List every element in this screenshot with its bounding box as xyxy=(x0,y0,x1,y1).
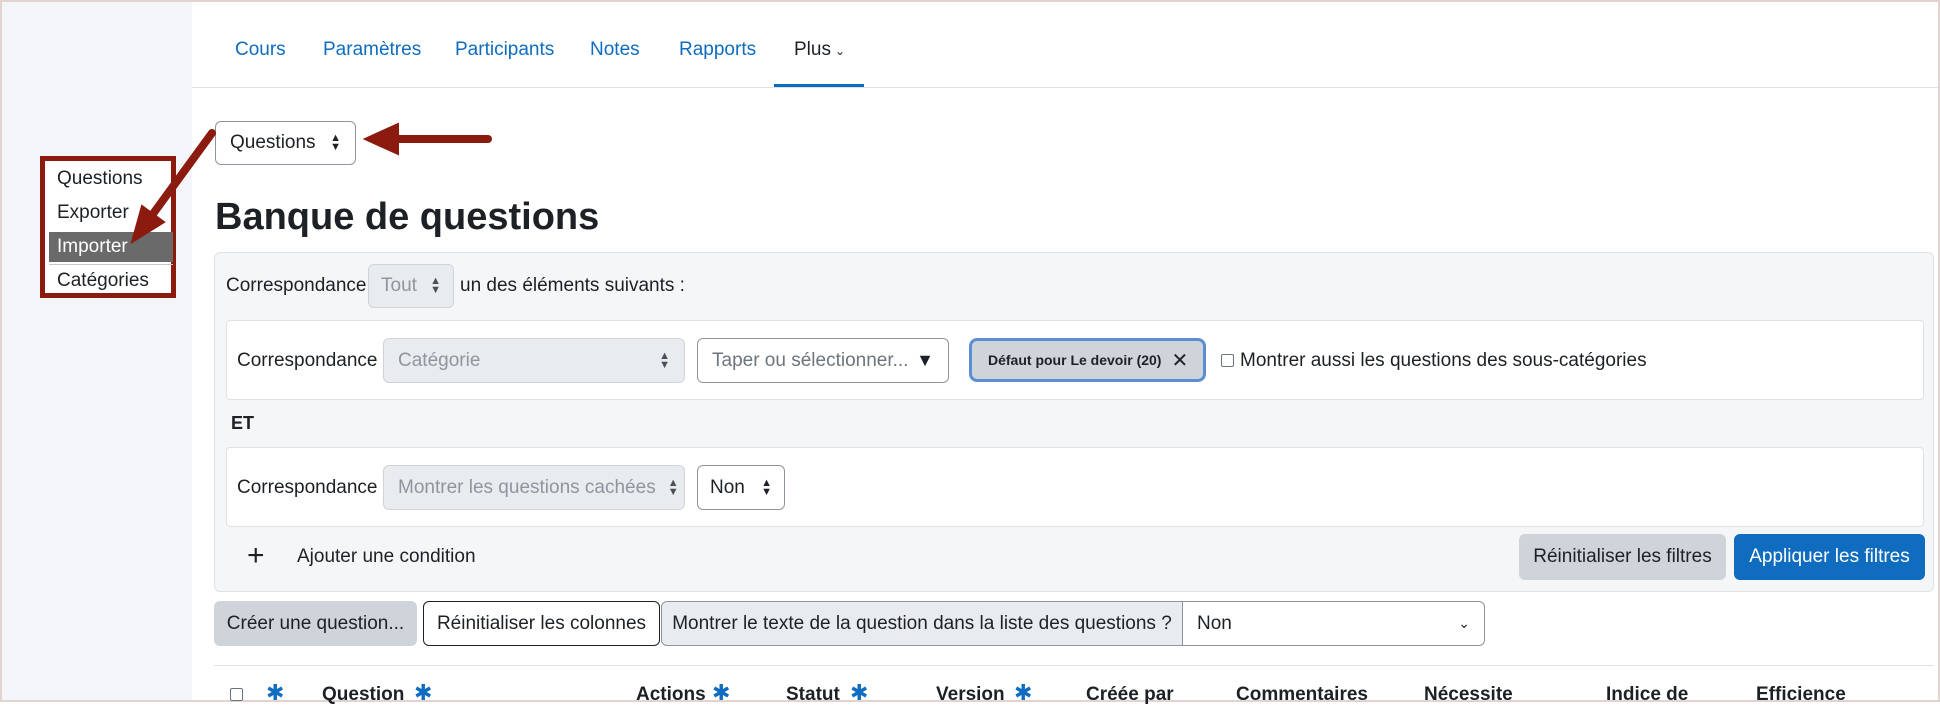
match-all-select-value: Tout xyxy=(381,275,417,296)
hidden-value-select-value: Non xyxy=(710,476,745,498)
match-label: Correspondance xyxy=(226,275,367,296)
category-type-select-value: Catégorie xyxy=(398,349,481,371)
menu-item-questions[interactable]: Questions xyxy=(49,164,173,194)
gear-icon[interactable]: ✱ xyxy=(266,680,284,706)
selected-category-pill[interactable]: Défaut pour Le devoir (20) ✕ xyxy=(969,338,1206,382)
selected-category-pill-label: Défaut pour Le devoir (20) xyxy=(988,352,1162,368)
filters-panel: Correspondance Tout ▲ ▼ un des éléments s… xyxy=(214,252,1934,592)
subcategories-checkbox-label: Montrer aussi les questions des sous-cat… xyxy=(1240,350,1647,371)
hidden-type-select[interactable]: Montrer les questions cachées ▲ ▼ xyxy=(383,465,685,510)
tab-participants[interactable]: Participants xyxy=(455,39,554,61)
tab-cours[interactable]: Cours xyxy=(235,39,286,61)
gear-icon[interactable]: ✱ xyxy=(1014,680,1032,706)
bank-section-select-value: Questions xyxy=(230,132,316,153)
add-condition-button[interactable]: Ajouter une condition xyxy=(297,546,476,568)
tab-plus-label: Plus xyxy=(794,39,831,60)
show-question-text-select[interactable]: Non ⌄ xyxy=(1182,601,1485,646)
match-suffix: un des éléments suivants : xyxy=(460,275,685,296)
column-header-version[interactable]: Version xyxy=(936,684,1005,706)
filter-row-category: Correspondance Catégorie ▲ ▼ Taper ou sél… xyxy=(226,320,1924,400)
filter-row-hidden-label: Correspondance xyxy=(237,477,378,498)
subcategories-checkbox[interactable] xyxy=(1221,354,1234,367)
bank-section-dropdown: Questions Exporter Importer Catégories xyxy=(40,156,176,298)
tab-rapports[interactable]: Rapports xyxy=(679,39,756,61)
table-header-divider xyxy=(214,665,1934,666)
active-tab-indicator xyxy=(774,84,864,87)
tab-parametres[interactable]: Paramètres xyxy=(323,39,421,61)
menu-divider xyxy=(49,264,173,265)
category-type-select[interactable]: Catégorie ▲ ▼ xyxy=(383,338,685,383)
left-drawer xyxy=(2,2,192,700)
chevron-down-icon: ⌄ xyxy=(834,44,846,58)
create-question-button[interactable]: Créer une question... xyxy=(214,601,417,646)
up-down-arrows-icon: ▲ ▼ xyxy=(659,349,670,371)
hidden-type-select-value: Montrer les questions cachées xyxy=(398,476,656,498)
select-all-checkbox[interactable] xyxy=(230,688,243,701)
match-all-select[interactable]: Tout ▲ ▼ xyxy=(368,264,454,308)
menu-item-categories[interactable]: Catégories xyxy=(49,266,173,296)
column-header-question[interactable]: Question xyxy=(322,684,404,706)
apply-filters-button[interactable]: Appliquer les filtres xyxy=(1734,534,1925,580)
column-header-commentaires[interactable]: Commentaires xyxy=(1236,684,1368,706)
show-question-text-value: Non xyxy=(1197,612,1232,634)
reset-columns-button[interactable]: Réinitialiser les colonnes xyxy=(423,601,660,646)
category-search-placeholder: Taper ou sélectionner... xyxy=(712,349,909,371)
show-question-text-label: Montrer le texte de la question dans la … xyxy=(661,601,1183,646)
menu-item-exporter[interactable]: Exporter xyxy=(49,198,173,228)
menu-item-importer[interactable]: Importer xyxy=(49,232,173,262)
filter-row-hidden: Correspondance Montrer les questions cac… xyxy=(226,447,1924,527)
column-header-efficience[interactable]: Efficience xyxy=(1756,684,1846,706)
up-down-arrows-icon: ▲ ▼ xyxy=(667,476,679,498)
page-title: Banque de questions xyxy=(215,196,600,238)
column-header-necessite[interactable]: Nécessite xyxy=(1424,684,1513,706)
gear-icon[interactable]: ✱ xyxy=(712,680,730,706)
up-down-arrows-icon: ▲ ▼ xyxy=(330,132,341,153)
gear-icon[interactable]: ✱ xyxy=(850,680,868,706)
and-label: ET xyxy=(231,413,255,433)
bank-section-select[interactable]: Questions ▲ ▼ xyxy=(215,121,356,165)
caret-down-icon: ▼ xyxy=(916,350,934,370)
tab-plus[interactable]: Plus ⌄ xyxy=(794,39,845,61)
tab-notes[interactable]: Notes xyxy=(590,39,640,61)
column-header-creee-par[interactable]: Créée par xyxy=(1086,684,1174,706)
filter-row-category-label: Correspondance xyxy=(237,350,378,371)
up-down-arrows-icon: ▲ ▼ xyxy=(761,476,772,498)
close-icon[interactable]: ✕ xyxy=(1171,348,1188,373)
column-header-statut[interactable]: Statut xyxy=(786,684,840,706)
column-header-actions[interactable]: Actions xyxy=(636,684,706,706)
reset-filters-button[interactable]: Réinitialiser les filtres xyxy=(1519,534,1726,580)
column-header-indice[interactable]: Indice de xyxy=(1606,684,1688,706)
hidden-value-select[interactable]: Non ▲ ▼ xyxy=(697,465,785,510)
category-search-input[interactable]: Taper ou sélectionner... ▼ xyxy=(697,338,949,383)
up-down-arrows-icon: ▲ ▼ xyxy=(430,275,441,296)
course-nav: Cours Paramètres Participants Notes Rapp… xyxy=(192,2,1938,88)
gear-icon[interactable]: ✱ xyxy=(414,680,432,706)
plus-icon[interactable]: + xyxy=(247,541,265,571)
chevron-down-icon: ⌄ xyxy=(1458,615,1470,631)
